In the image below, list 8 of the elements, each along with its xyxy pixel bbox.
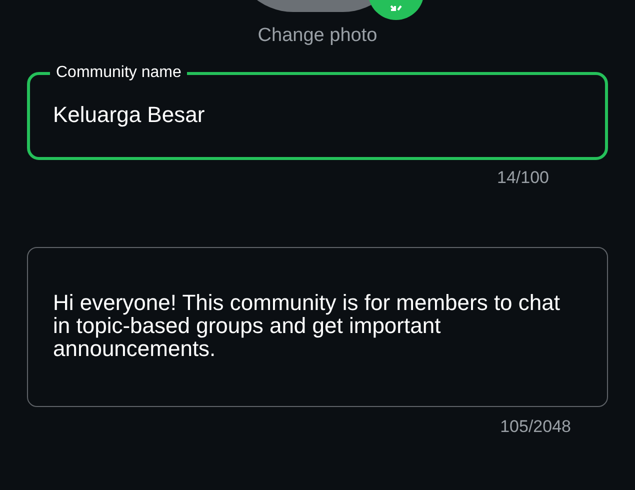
- description-text: Hi everyone! This community is for members to chat in topic-based groups and get important announcements.: [53, 291, 561, 360]
- character-counter: 105/2048: [500, 417, 571, 437]
- community-name-field[interactable]: Community name Keluarga Besar: [27, 63, 608, 160]
- description-field[interactable]: Hi everyone! This community is for members to chat in topic-based groups and get important announcements.: [27, 247, 608, 407]
- change-photo-link[interactable]: Change photo: [258, 24, 378, 48]
- field-label: Community name: [55, 63, 182, 83]
- field-value: Keluarga Besar: [53, 102, 206, 128]
- character-counter: 14/100: [497, 168, 549, 188]
